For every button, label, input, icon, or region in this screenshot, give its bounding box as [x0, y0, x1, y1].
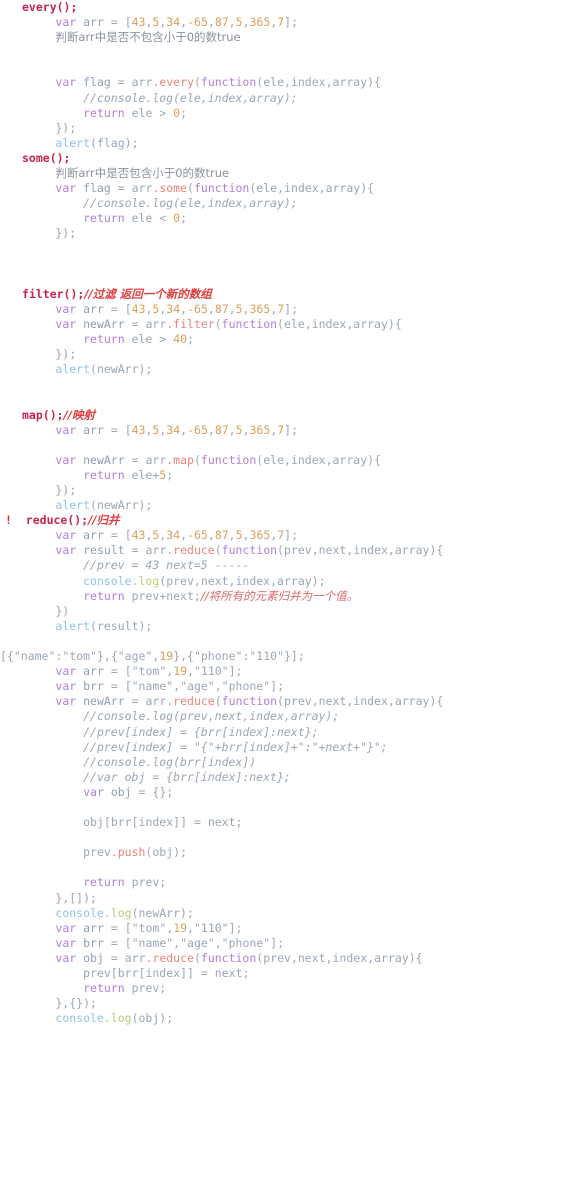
code-line: },{});: [0, 996, 97, 1011]
code-line: //console.log(ele,index,array);: [83, 196, 298, 211]
code-line: var brr = ["name","age","phone"];: [55, 679, 284, 694]
section-label-reduce: reduce();: [25, 513, 89, 528]
code-line: //var obj = {brr[index]:next};: [83, 769, 291, 784]
code-line: var newArr = arr.filter(function(ele,ind…: [55, 316, 402, 331]
inline-note-reduce: //将所有的元素归并为一个值。: [200, 588, 359, 603]
code-line: console.log(newArr);: [55, 905, 194, 920]
code-line: //console.log(prev,next,index,array);: [83, 709, 340, 724]
code-line: }): [0, 603, 70, 618]
code-line: //prev = 43 next=5 -----: [83, 558, 250, 573]
code-line: //console.log(brr[index]): [83, 754, 257, 769]
code-line: var arr = [43,5,34,-65,87,5,365,7];: [55, 15, 298, 30]
code-line: return ele < 0;: [83, 211, 188, 226]
note-line-some: 判断arr中是否包含小于0的数true: [0, 166, 570, 181]
code-line: var obj = {};: [83, 784, 174, 799]
note-line-every: 判断arr中是否不包含小于0的数true: [0, 30, 570, 45]
code-line: alert(result);: [55, 618, 153, 633]
code-line: });: [0, 347, 77, 362]
section-comment-filter: //过滤 返回一个新的数组: [84, 286, 212, 301]
code-line: obj[brr[index]] = next;: [83, 815, 243, 830]
code-line: return prev+next;//将所有的元素归并为一个值。: [83, 588, 359, 603]
section-header-reduce: ! reduce();//归并: [0, 513, 570, 528]
code-line: return prev;: [83, 875, 167, 890]
note-text-every: 判断arr中是否不包含小于0的数true: [55, 30, 241, 45]
code-line: var flag = arr.some(function(ele,index,a…: [55, 181, 375, 196]
important-marker: !: [5, 513, 12, 528]
code-line: var result = arr.reduce(function(prev,ne…: [55, 543, 444, 558]
section-label-some: some();: [22, 150, 71, 165]
code-line: alert(newArr);: [55, 498, 153, 513]
code-line: var obj = arr.reduce(function(prev,next,…: [55, 950, 423, 965]
section-comment-reduce: //归并: [88, 513, 120, 528]
code-line: return ele > 0;: [83, 105, 188, 120]
section-header-filter: filter();//过滤 返回一个新的数组: [0, 287, 570, 302]
code-line: });: [0, 120, 77, 135]
code-line: console.log(obj);: [55, 1011, 174, 1026]
section-header-every: every();: [0, 0, 570, 15]
code-line-object-literal: [{"name":"tom"},{"age",19},{"phone":"110…: [0, 649, 305, 664]
code-line: var newArr = arr.map(function(ele,index,…: [55, 452, 381, 467]
code-line: });: [0, 226, 77, 241]
code-line: alert(newArr);: [55, 362, 153, 377]
code-line: var newArr = arr.reduce(function(prev,ne…: [55, 694, 444, 709]
code-line: //prev[index] = "{"+brr[index]+":"+next+…: [83, 739, 388, 754]
code-line: return ele+5;: [83, 467, 174, 482]
code-line: var flag = arr.every(function(ele,index,…: [55, 75, 381, 90]
section-label-every: every();: [22, 0, 78, 14]
code-line: var arr = ["tom",19,"110"];: [55, 664, 243, 679]
code-line: var arr = [43,5,34,-65,87,5,365,7];: [55, 422, 298, 437]
code-line: console.log(prev,next,index,array);: [83, 573, 326, 588]
code-line: //console.log(ele,index,array);: [83, 90, 298, 105]
code-line: var arr = ["tom",19,"110"];: [55, 920, 243, 935]
code-line: //prev[index] = {brr[index]:next};: [83, 724, 319, 739]
code-line: var brr = ["name","age","phone"];: [55, 935, 284, 950]
section-label-map: map();: [22, 407, 64, 422]
code-line: var arr = [43,5,34,-65,87,5,365,7];: [55, 528, 298, 543]
section-label-filter: filter();: [22, 286, 85, 301]
section-header-some: some();: [0, 151, 570, 166]
section-header-map: map();//映射: [0, 408, 570, 423]
note-text-some: 判断arr中是否包含小于0的数true: [55, 166, 230, 181]
code-line: });: [0, 483, 77, 497]
code-line: alert(flag);: [55, 135, 139, 150]
section-comment-map: //映射: [63, 407, 95, 422]
code-line: prev.push(obj);: [83, 845, 187, 860]
code-listing: every(); var arr = [43,5,34,-65,87,5,365…: [0, 0, 570, 1190]
code-line: },[]);: [0, 890, 97, 905]
code-line: prev[brr[index]] = next;: [83, 966, 250, 980]
code-line: var arr = [43,5,34,-65,87,5,365,7];: [55, 301, 298, 316]
code-line: return prev;: [83, 981, 167, 996]
code-line: return ele > 40;: [83, 332, 194, 347]
